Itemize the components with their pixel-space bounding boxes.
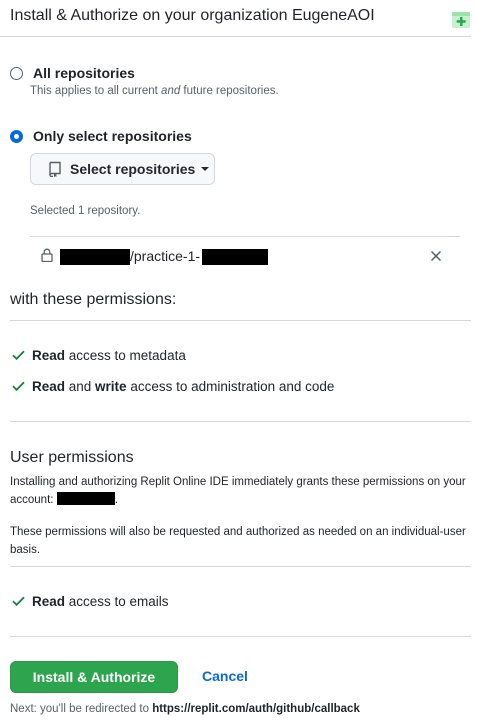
chevron-down-icon <box>201 167 210 171</box>
check-icon <box>12 350 25 360</box>
page-title: Install & Authorize on your organization… <box>10 7 375 24</box>
install-authorize-button[interactable]: Install & Authorize <box>10 661 178 693</box>
redacted-repo-suffix <box>202 249 268 265</box>
divider <box>10 421 471 422</box>
redirect-url: https://replit.com/auth/github/callback <box>152 703 360 715</box>
selected-repo-row: /practice-1- <box>30 236 460 274</box>
redirect-note: Next: you'll be redirected to https://re… <box>10 703 360 715</box>
select-repositories-button[interactable]: Select repositories <box>30 153 215 185</box>
close-icon[interactable] <box>430 250 442 262</box>
page-header: Install & Authorize on your organization… <box>0 0 471 37</box>
radio-all-repositories-input[interactable] <box>10 67 23 80</box>
redacted-account <box>56 492 115 505</box>
redacted-owner <box>60 249 130 265</box>
install-authorize-page: Install & Authorize on your organization… <box>0 0 477 723</box>
radio-select-repositories-label: Only select repositories <box>33 128 192 144</box>
permissions-heading: with these permissions: <box>10 291 177 308</box>
permission-item-emails: Read access to emails <box>12 594 169 609</box>
check-icon <box>12 381 25 391</box>
selected-count: Selected 1 repository. <box>30 205 141 217</box>
repo-icon <box>49 161 61 177</box>
all-repositories-note: This applies to all current and future r… <box>30 85 279 97</box>
app-plus-icon <box>452 12 470 28</box>
cancel-link[interactable]: Cancel <box>202 668 248 684</box>
divider <box>10 636 471 637</box>
user-permissions-note: These permissions will also be requested… <box>10 526 466 556</box>
select-repositories-label: Select repositories <box>70 161 196 177</box>
user-permissions-description: Installing and authorizing Replit Online… <box>10 476 466 506</box>
divider <box>10 566 471 567</box>
permission-item-administration: Read and write access to administration … <box>12 379 334 394</box>
radio-select-repositories-input[interactable] <box>10 130 23 143</box>
check-icon <box>12 596 25 606</box>
radio-all-repositories-label: All repositories <box>33 65 135 81</box>
user-permissions-title: User permissions <box>10 449 134 466</box>
selected-repo-name: /practice-1- <box>130 248 201 264</box>
permission-item-metadata: Read access to metadata <box>12 348 186 363</box>
divider <box>10 320 471 321</box>
lock-icon <box>41 248 53 262</box>
